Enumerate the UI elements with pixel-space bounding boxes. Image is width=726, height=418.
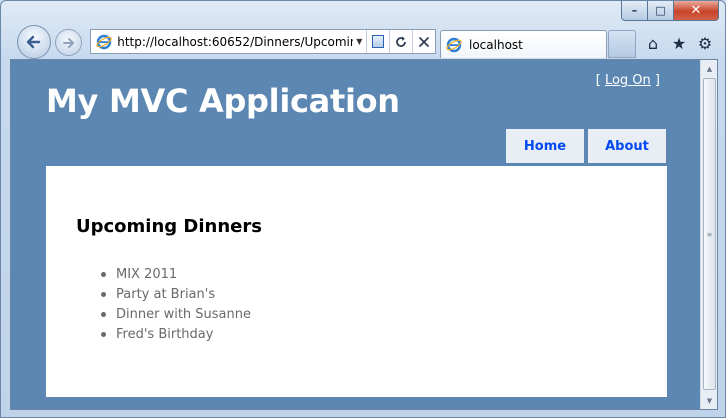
refresh-button[interactable] xyxy=(388,30,412,53)
login-bracket-open: [ xyxy=(595,73,605,88)
dinner-item-dinner-with-susanne: Dinner with Susanne xyxy=(101,306,251,326)
ie-page-icon xyxy=(95,33,112,51)
maximize-icon: □ xyxy=(655,4,666,17)
menu-home[interactable]: Home xyxy=(506,129,584,163)
favorites-icon[interactable]: ★ xyxy=(669,33,689,53)
maximize-button[interactable]: □ xyxy=(648,1,674,21)
stop-icon xyxy=(419,36,429,47)
close-button[interactable]: ✕ xyxy=(674,1,719,21)
dinner-item-party-at-brians: Party at Brian's xyxy=(101,286,251,306)
main-content: Upcoming Dinners MIX 2011 Party at Brian… xyxy=(46,166,667,397)
login-bracket-close: ] xyxy=(650,73,660,88)
browser-window: – □ ✕ http://localhost:60652/Dinners/Upc… xyxy=(0,0,726,418)
tab-localhost[interactable]: localhost xyxy=(440,30,607,58)
tools-gear-icon[interactable]: ⚙ xyxy=(695,33,715,53)
forward-arrow-icon xyxy=(62,37,74,48)
scroll-up-arrow-icon[interactable]: ▲ xyxy=(702,60,717,77)
new-tab-button[interactable] xyxy=(608,30,636,58)
minimize-icon: – xyxy=(631,4,638,17)
window-caption-buttons: – □ ✕ xyxy=(621,1,719,21)
dinner-item-mix-2011: MIX 2011 xyxy=(101,266,251,286)
ie-tab-icon xyxy=(445,36,463,54)
log-on-link[interactable]: Log On xyxy=(605,73,651,88)
compatibility-view-button[interactable] xyxy=(365,30,389,53)
back-arrow-icon xyxy=(26,35,41,49)
minimize-button[interactable]: – xyxy=(621,1,648,21)
home-icon[interactable]: ⌂ xyxy=(643,33,663,53)
scroll-down-arrow-icon[interactable]: ▼ xyxy=(702,392,717,409)
forward-button[interactable] xyxy=(55,29,82,56)
dinner-list: MIX 2011 Party at Brian's Dinner with Su… xyxy=(101,266,251,346)
vertical-scrollbar[interactable]: ▲ ≡ ▼ xyxy=(700,60,717,409)
site-title: My MVC Application xyxy=(46,82,400,120)
tab-title: localhost xyxy=(469,37,523,52)
command-icons: ⌂ ★ ⚙ xyxy=(643,33,715,53)
main-menu: Home About xyxy=(506,129,666,163)
address-bar[interactable]: http://localhost:60652/Dinners/Upcoming … xyxy=(90,29,436,54)
refresh-icon xyxy=(396,36,406,47)
page-viewport: My MVC Application [ Log On ] Home About… xyxy=(10,59,718,410)
grip-icon: ≡ xyxy=(707,229,712,239)
page-heading: Upcoming Dinners xyxy=(76,216,262,237)
close-icon: ✕ xyxy=(690,3,702,18)
menu-about[interactable]: About xyxy=(588,129,666,163)
address-dropdown-icon[interactable]: ▼ xyxy=(353,30,366,53)
dinner-item-freds-birthday: Fred's Birthday xyxy=(101,326,251,346)
scrollbar-thumb[interactable]: ≡ xyxy=(703,78,716,390)
login-display: [ Log On ] xyxy=(596,73,660,88)
stop-button[interactable] xyxy=(411,30,435,53)
back-button[interactable] xyxy=(17,25,51,59)
address-url[interactable]: http://localhost:60652/Dinners/Upcoming xyxy=(117,35,352,49)
compatibility-view-icon xyxy=(371,35,384,48)
